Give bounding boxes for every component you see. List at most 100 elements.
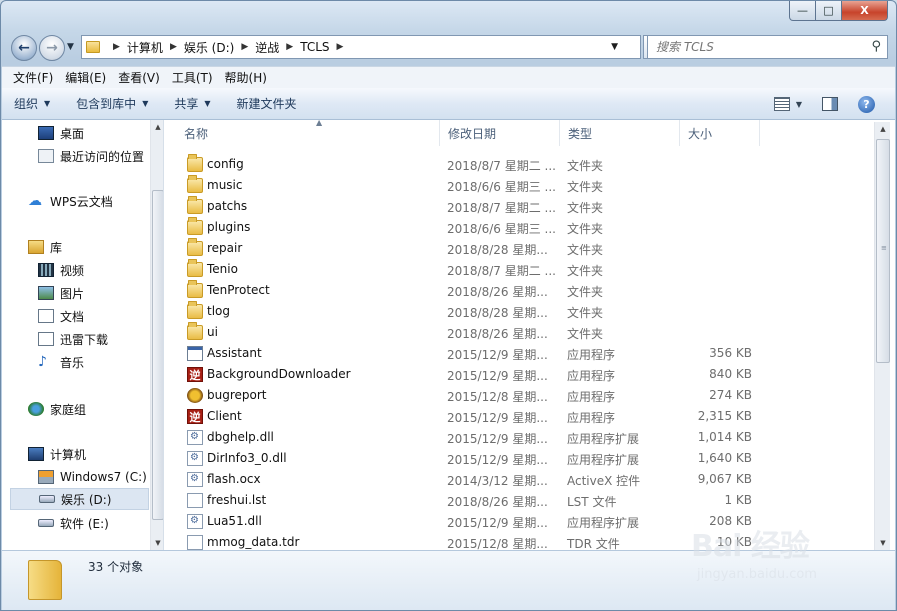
menu-help[interactable]: 帮助(H) <box>220 69 272 86</box>
sidebar-item-label: Windows7 (C:) <box>60 470 147 484</box>
file-row[interactable]: bugreport 2015/12/8 星期... 应用程序 274 KB <box>164 385 874 406</box>
bug-report-icon <box>187 388 203 403</box>
video-icon <box>38 263 54 277</box>
sidebar-item-music[interactable]: ♪ 音乐 <box>38 351 84 373</box>
file-row[interactable]: DirInfo3_0.dll 2015/12/9 星期... 应用程序扩展 1,640… <box>164 448 874 469</box>
sidebar-item-pictures[interactable]: 图片 <box>38 282 84 304</box>
sidebar-item-wps-cloud[interactable]: ☁ WPS云文档 <box>28 190 113 212</box>
menu-tools[interactable]: 工具(T) <box>167 69 218 86</box>
change-view-icon[interactable] <box>773 97 790 111</box>
file-list-scrollbar[interactable]: ▲ ≡ ▼ <box>874 122 890 550</box>
search-box[interactable]: ⚲ <box>647 35 888 59</box>
file-row[interactable]: patchs 2018/8/7 星期二 ... 文件夹 <box>164 196 874 217</box>
column-header-type[interactable]: 类型 <box>560 120 680 146</box>
chevron-right-icon[interactable]: ▶ <box>170 42 177 52</box>
file-row[interactable]: flash.ocx 2014/3/12 星期... ActiveX 控件 9,067 … <box>164 469 874 490</box>
preview-pane-icon[interactable] <box>822 97 838 111</box>
file-row[interactable]: 逆 Client 2015/12/9 星期... 应用程序 2,315 KB <box>164 406 874 427</box>
search-input[interactable] <box>656 40 856 54</box>
back-button[interactable]: ← <box>11 35 37 61</box>
file-row[interactable]: repair 2018/8/28 星期... 文件夹 <box>164 238 874 259</box>
desktop-icon <box>38 126 54 140</box>
sidebar-item-drive-c[interactable]: Windows7 (C:) <box>38 466 147 488</box>
sidebar-item-drive-d[interactable]: 娱乐 (D:) <box>10 488 149 510</box>
file-type: 应用程序扩展 <box>567 516 640 530</box>
scroll-up-icon[interactable]: ▲ <box>875 122 891 136</box>
organize-button[interactable]: 组织 ▼ <box>14 95 50 112</box>
close-button[interactable]: X <box>842 1 888 21</box>
sidebar-item-thunder-downloads[interactable]: 迅雷下载 <box>38 328 108 350</box>
column-header-size[interactable]: 大小 <box>680 120 760 146</box>
file-row[interactable]: TenProtect 2018/8/26 星期... 文件夹 <box>164 280 874 301</box>
scroll-up-icon[interactable]: ▲ <box>151 120 163 134</box>
file-row[interactable]: Assistant 2015/12/9 星期... 应用程序 356 KB <box>164 343 874 364</box>
sidebar-item-libraries[interactable]: 库 <box>28 236 62 258</box>
file-date: 2015/12/9 星期... <box>447 411 548 425</box>
menu-edit[interactable]: 编辑(E) <box>60 69 111 86</box>
file-name: Client <box>207 409 242 423</box>
file-row[interactable]: Tenio 2018/8/7 星期二 ... 文件夹 <box>164 259 874 280</box>
sidebar-item-documents[interactable]: 文档 <box>38 305 84 327</box>
file-row[interactable]: config 2018/8/7 星期二 ... 文件夹 <box>164 154 874 175</box>
game-logo-icon: 逆 <box>187 409 203 424</box>
breadcrumb-drive-d[interactable]: 娱乐 (D:) <box>184 39 234 56</box>
chevron-right-icon[interactable]: ▶ <box>286 42 293 52</box>
sidebar-item-homegroup[interactable]: 家庭组 <box>28 398 86 420</box>
file-row[interactable]: ui 2018/8/26 星期... 文件夹 <box>164 322 874 343</box>
chevron-right-icon[interactable]: ▶ <box>337 42 344 52</box>
file-row[interactable]: music 2018/6/6 星期三 ... 文件夹 <box>164 175 874 196</box>
file-row[interactable]: tlog 2018/8/28 星期... 文件夹 <box>164 301 874 322</box>
file-date: 2018/8/26 星期... <box>447 327 548 341</box>
file-row[interactable]: freshui.lst 2018/8/26 星期... LST 文件 1 KB <box>164 490 874 511</box>
sidebar-item-drive-e[interactable]: 软件 (E:) <box>38 512 109 534</box>
file-type: 文件夹 <box>567 159 604 173</box>
address-bar[interactable]: ▶ 计算机 ▶ 娱乐 (D:) ▶ 逆战 ▶ TCLS ▶ ▼ <box>81 35 641 59</box>
maximize-button[interactable]: □ <box>816 1 842 21</box>
share-button[interactable]: 共享 ▼ <box>174 95 210 112</box>
file-type: 文件夹 <box>567 327 604 341</box>
include-in-library-button[interactable]: 包含到库中 ▼ <box>76 95 148 112</box>
forward-button[interactable]: → <box>39 35 65 61</box>
chevron-right-icon[interactable]: ▶ <box>241 42 248 52</box>
minimize-button[interactable]: — <box>789 1 816 21</box>
file-type: 文件夹 <box>567 201 604 215</box>
scrollbar-thumb[interactable] <box>152 190 163 520</box>
sidebar-item-computer[interactable]: 计算机 <box>28 443 86 465</box>
file-type: 应用程序 <box>567 390 616 404</box>
navigation-scrollbar[interactable]: ▲ ▼ <box>150 120 163 550</box>
column-header-date[interactable]: 修改日期 <box>440 120 560 146</box>
music-icon: ♪ <box>38 354 47 370</box>
scroll-down-icon[interactable]: ▼ <box>151 536 163 550</box>
file-name: bugreport <box>207 388 267 402</box>
chevron-right-icon[interactable]: ▶ <box>113 42 120 52</box>
sidebar-item-videos[interactable]: 视频 <box>38 259 84 281</box>
dll-file-icon <box>187 430 203 445</box>
address-dropdown-icon[interactable]: ▼ <box>611 42 618 52</box>
menu-view[interactable]: 查看(V) <box>113 69 165 86</box>
file-date: 2018/8/7 星期二 ... <box>447 264 556 278</box>
breadcrumb-computer[interactable]: 计算机 <box>127 39 163 56</box>
scrollbar-thumb[interactable]: ≡ <box>876 139 890 363</box>
recent-pages-dropdown[interactable]: ▼ <box>67 42 74 52</box>
sidebar-item-recent-places[interactable]: 最近访问的位置 <box>38 145 144 167</box>
breadcrumb-tcls[interactable]: TCLS <box>300 40 329 54</box>
file-row[interactable]: plugins 2018/6/6 星期三 ... 文件夹 <box>164 217 874 238</box>
view-options-dropdown-icon[interactable]: ▼ <box>796 100 802 109</box>
search-icon[interactable]: ⚲ <box>871 39 881 54</box>
breadcrumb-nizhan[interactable]: 逆战 <box>255 39 279 56</box>
file-size: 9,067 KB <box>697 472 752 486</box>
chevron-down-icon: ▼ <box>142 99 149 108</box>
sidebar-item-desktop[interactable]: 桌面 <box>38 122 84 144</box>
file-size: 2,315 KB <box>697 409 752 423</box>
sidebar-item-label: 文档 <box>60 309 85 324</box>
new-folder-button[interactable]: 新建文件夹 <box>237 95 297 112</box>
sidebar-item-label: 计算机 <box>50 447 87 462</box>
menu-file[interactable]: 文件(F) <box>8 69 58 86</box>
file-row[interactable]: 逆 BackgroundDownloader 2015/12/9 星期... 应用程序… <box>164 364 874 385</box>
organize-label: 组织 <box>14 97 39 111</box>
file-size: 1 KB <box>724 493 752 507</box>
file-name: BackgroundDownloader <box>207 367 351 381</box>
help-icon[interactable]: ? <box>858 95 875 113</box>
column-header-name[interactable]: ▲ 名称 <box>176 120 440 146</box>
file-row[interactable]: dbghelp.dll 2015/12/9 星期... 应用程序扩展 1,014 KB <box>164 427 874 448</box>
